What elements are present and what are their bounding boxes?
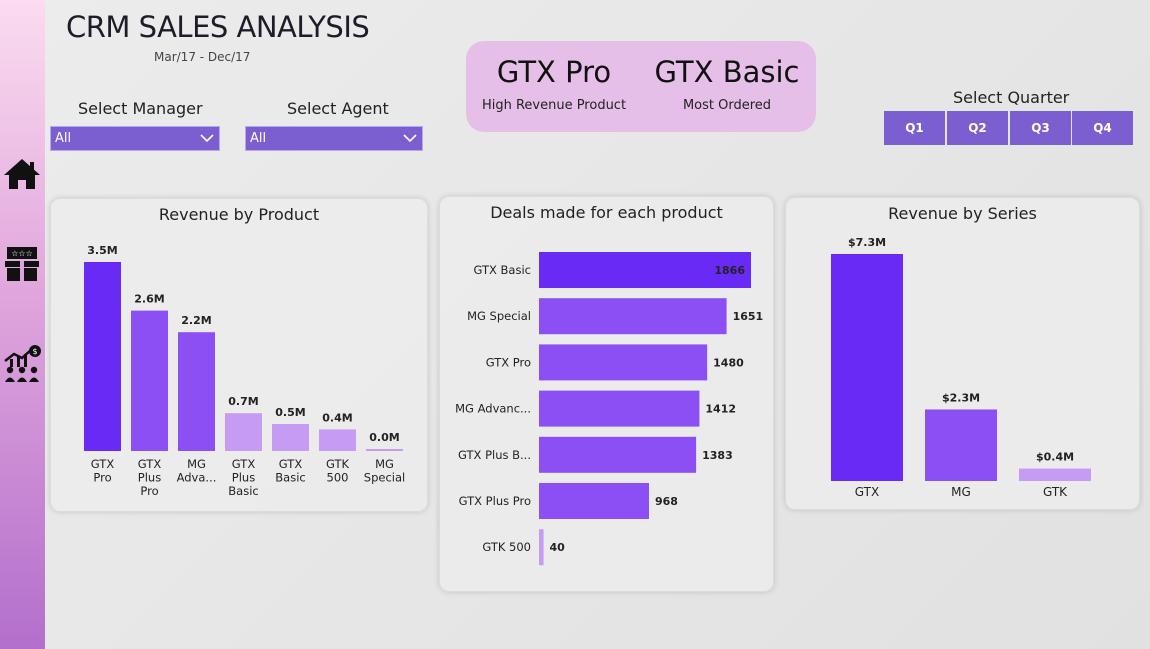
- category-label: GTX Basic: [473, 263, 531, 277]
- bar: [272, 424, 309, 451]
- bar: [539, 344, 708, 381]
- svg-text:$: $: [32, 347, 37, 356]
- category-label: 500: [327, 471, 349, 485]
- revenue-by-product-chart: 3.5MGTXPro2.6MGTXPlusPro2.2MMGAdva...0.7…: [84, 244, 405, 498]
- data-label: 1866: [714, 264, 745, 277]
- category-label: GTK: [326, 457, 350, 471]
- data-label: $0.4M: [1036, 451, 1074, 464]
- kpi-high-revenue-product-value: GTX Pro: [496, 55, 612, 89]
- manager-slicer-label: Select Manager: [78, 99, 203, 118]
- agent-dropdown[interactable]: All: [245, 126, 423, 151]
- bar: [225, 413, 262, 451]
- bar: [539, 529, 544, 566]
- deals-by-product-chart: GTX Basic 1866 MG Special 1651 GTX Pro 1480 MG…: [455, 252, 764, 566]
- data-label: 40: [550, 541, 566, 554]
- bar: [319, 429, 356, 451]
- category-label: Special: [364, 471, 405, 485]
- data-label: $2.3M: [942, 391, 980, 404]
- quarter-slicer-label: Select Quarter: [953, 88, 1070, 107]
- revenue-by-series-chart: $7.3M GTX $2.3M MG $0.4M GTK: [831, 236, 1091, 499]
- svg-text:☆☆☆: ☆☆☆: [11, 249, 33, 258]
- revenue-by-product-card: Revenue by Product 3.5M GTX Pro 2.6M GTX Plus…: [50, 198, 428, 512]
- bar: [539, 436, 697, 473]
- kpi-card: GTX Pro High Revenue Product GTX Basic M…: [466, 41, 816, 132]
- category-label: GTX Pro: [486, 355, 531, 369]
- kpi-most-ordered-label: Most Ordered: [682, 98, 772, 113]
- kpi-most-ordered-value: GTX Basic: [654, 55, 800, 89]
- category-label: Adva...: [177, 471, 217, 485]
- data-label: 968: [655, 495, 678, 508]
- data-label: 1412: [705, 403, 736, 416]
- quarter-button-q2[interactable]: Q2: [947, 111, 1008, 145]
- category-label: Plus: [138, 471, 161, 485]
- chevron-down-icon: [200, 134, 214, 143]
- category-label: GTX: [279, 457, 303, 471]
- category-label: MG: [375, 457, 394, 471]
- bar: [831, 254, 903, 481]
- category-label: MG Advanc...: [455, 402, 531, 416]
- data-label: $7.3M: [848, 236, 886, 249]
- chevron-down-icon: [403, 134, 417, 143]
- data-label: 0.0M: [369, 431, 399, 444]
- page-title: CRM SALES ANALYSIS: [66, 10, 370, 44]
- data-label: 0.7M: [228, 395, 258, 408]
- category-label: Pro: [93, 471, 111, 485]
- deals-by-product-card: Deals made for each product GTX Basic 186…: [439, 196, 774, 592]
- category-label: Basic: [275, 471, 305, 485]
- date-range: Mar/17 - Dec/17: [154, 50, 251, 64]
- data-label: 0.4M: [322, 411, 352, 424]
- manager-dropdown-value: All: [55, 131, 72, 146]
- bar: [1019, 468, 1091, 481]
- data-label: 1383: [702, 449, 733, 462]
- quarter-button-q3[interactable]: Q3: [1010, 111, 1071, 145]
- category-label: GTX: [232, 457, 256, 471]
- manager-dropdown[interactable]: All: [50, 126, 220, 151]
- bar: [539, 390, 700, 427]
- category-label: GTX: [138, 457, 162, 471]
- bar: [925, 409, 997, 481]
- products-icon[interactable]: ☆☆☆: [0, 240, 44, 284]
- category-label: GTX: [91, 457, 115, 471]
- data-label: 3.5M: [87, 244, 117, 257]
- kpi-high-revenue-product-label: High Revenue Product: [481, 98, 627, 113]
- home-icon[interactable]: [0, 152, 44, 196]
- quarter-button-q4[interactable]: Q4: [1072, 111, 1133, 145]
- category-label: Plus: [232, 471, 255, 485]
- data-label: 1651: [733, 310, 764, 323]
- bar: [84, 262, 121, 451]
- sidebar: ☆☆☆ $: [0, 0, 45, 649]
- data-label: 2.2M: [181, 314, 211, 327]
- quarter-button-q1[interactable]: Q1: [884, 111, 945, 145]
- bar: [178, 332, 215, 451]
- category-label: Basic: [228, 484, 258, 498]
- category-label: MG Special: [467, 309, 531, 323]
- category-label: MG: [187, 457, 206, 471]
- bar: [539, 483, 649, 519]
- category-label: Pro: [140, 484, 158, 498]
- category-label: GTK: [1043, 485, 1068, 499]
- agent-slicer-label: Select Agent: [287, 99, 389, 118]
- bar: [366, 449, 403, 451]
- category-label: GTX: [855, 485, 879, 499]
- revenue-by-series-card: Revenue by Series $7.3M GTX $2.3M MG $0.4M GT…: [785, 197, 1140, 510]
- category-label: GTX Plus Pro: [459, 494, 531, 508]
- sales-team-icon[interactable]: $: [0, 340, 44, 384]
- category-label: MG: [951, 485, 971, 499]
- bar: [131, 310, 168, 451]
- category-label: GTX Plus B...: [458, 448, 531, 462]
- data-label: 2.6M: [134, 293, 164, 306]
- data-label: 0.5M: [275, 406, 305, 419]
- agent-dropdown-value: All: [250, 131, 267, 146]
- data-label: 1480: [713, 356, 744, 369]
- bar: [539, 298, 727, 335]
- category-label: GTK 500: [482, 540, 531, 554]
